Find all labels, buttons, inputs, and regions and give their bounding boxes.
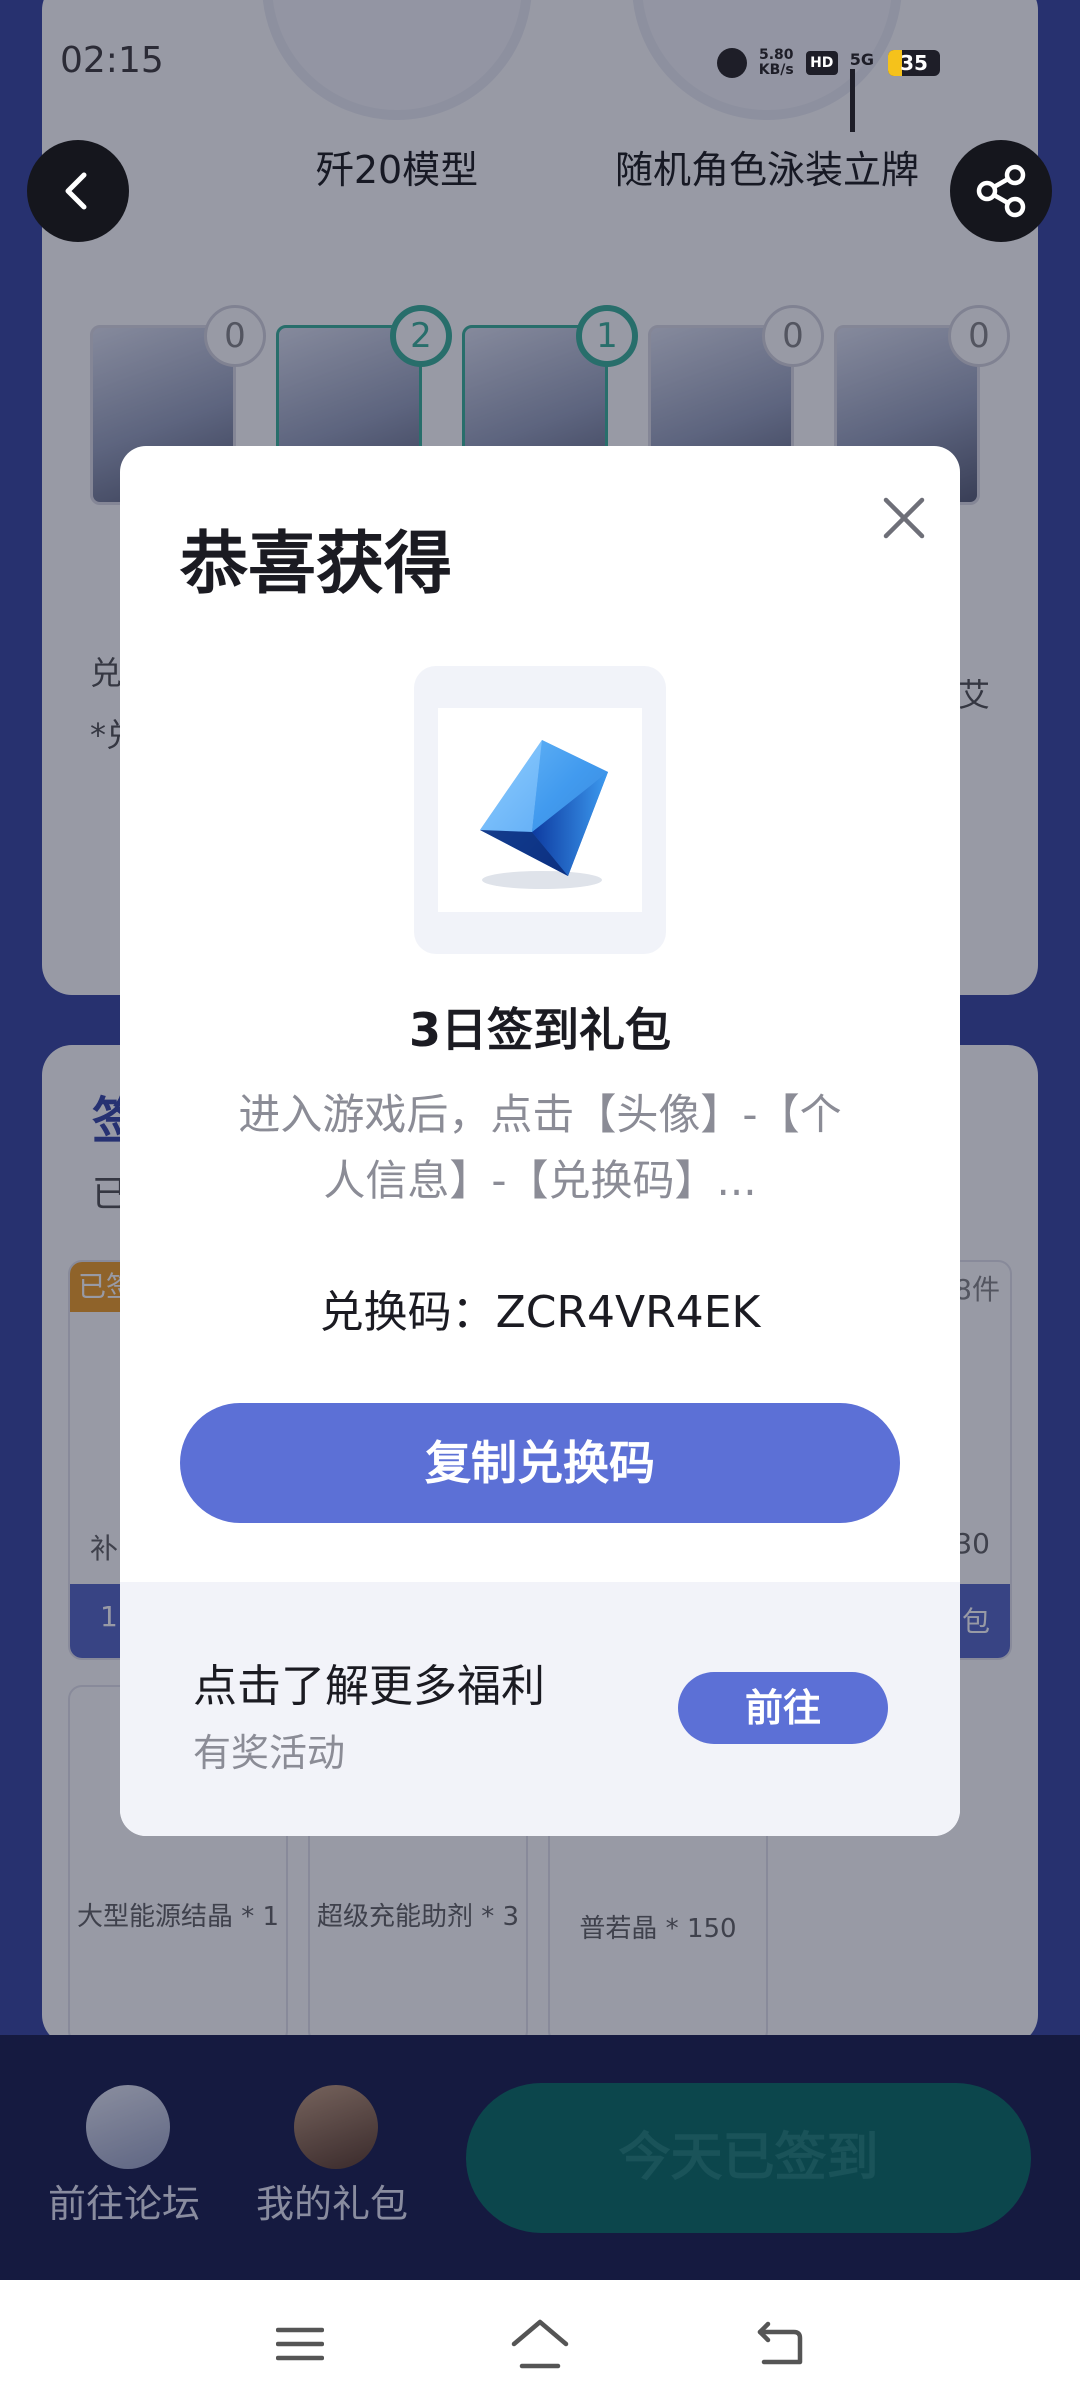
menu-icon: [276, 2327, 324, 2361]
close-button[interactable]: [872, 486, 936, 550]
network-type: 5G: [849, 50, 874, 69]
more-benefits-section: 点击了解更多福利 有奖活动 前往: [120, 1582, 960, 1836]
hd-icon: HD: [805, 51, 838, 75]
gift-title: 3日签到礼包: [408, 1003, 671, 1057]
gift-item-frame: [414, 666, 666, 954]
battery-icon: 35: [888, 50, 940, 76]
share-button[interactable]: [950, 140, 1052, 242]
back-button[interactable]: [27, 140, 129, 242]
more-benefits-title: 点击了解更多福利: [193, 1661, 545, 1712]
reward-dialog: 恭喜获得 3日签到礼包 进入游戏后，点击【头像】-【个人信息】-【兑换码】...…: [120, 446, 960, 1836]
back-nav-button[interactable]: [748, 2312, 812, 2376]
blue-crystal-icon: [480, 740, 608, 889]
go-button[interactable]: 前往: [678, 1672, 888, 1744]
close-icon: [883, 497, 925, 539]
back-icon: [757, 2321, 803, 2365]
dialog-title: 恭喜获得: [180, 525, 453, 604]
network-speed-value: 5.80: [758, 47, 794, 63]
signal-icon: 5G: [849, 50, 876, 132]
copy-code-button[interactable]: 复制兑换码: [180, 1403, 900, 1523]
network-speed-unit: KB/s: [758, 62, 794, 78]
more-benefits-subtitle: 有奖活动: [193, 1731, 346, 1775]
status-time: 02:15: [60, 40, 164, 81]
home-button[interactable]: [508, 2312, 572, 2376]
battery-level: 35: [900, 51, 928, 75]
share-icon: [976, 164, 1026, 218]
chevron-left-icon: [65, 172, 87, 210]
system-nav-bar: [0, 2280, 1080, 2408]
network-speed: 5.80 KB/s: [759, 48, 794, 78]
status-icons: 5.80 KB/s HD 5G 35: [716, 42, 940, 132]
notification-icon: [716, 48, 747, 78]
gift-description: 进入游戏后，点击【头像】-【个人信息】-【兑换码】...: [238, 1090, 842, 1205]
home-icon: [511, 2319, 569, 2369]
gift-item-image: [438, 708, 642, 912]
redeem-code: 兑换码：ZCR4VR4EK: [319, 1287, 761, 1338]
menu-button[interactable]: [268, 2312, 332, 2376]
